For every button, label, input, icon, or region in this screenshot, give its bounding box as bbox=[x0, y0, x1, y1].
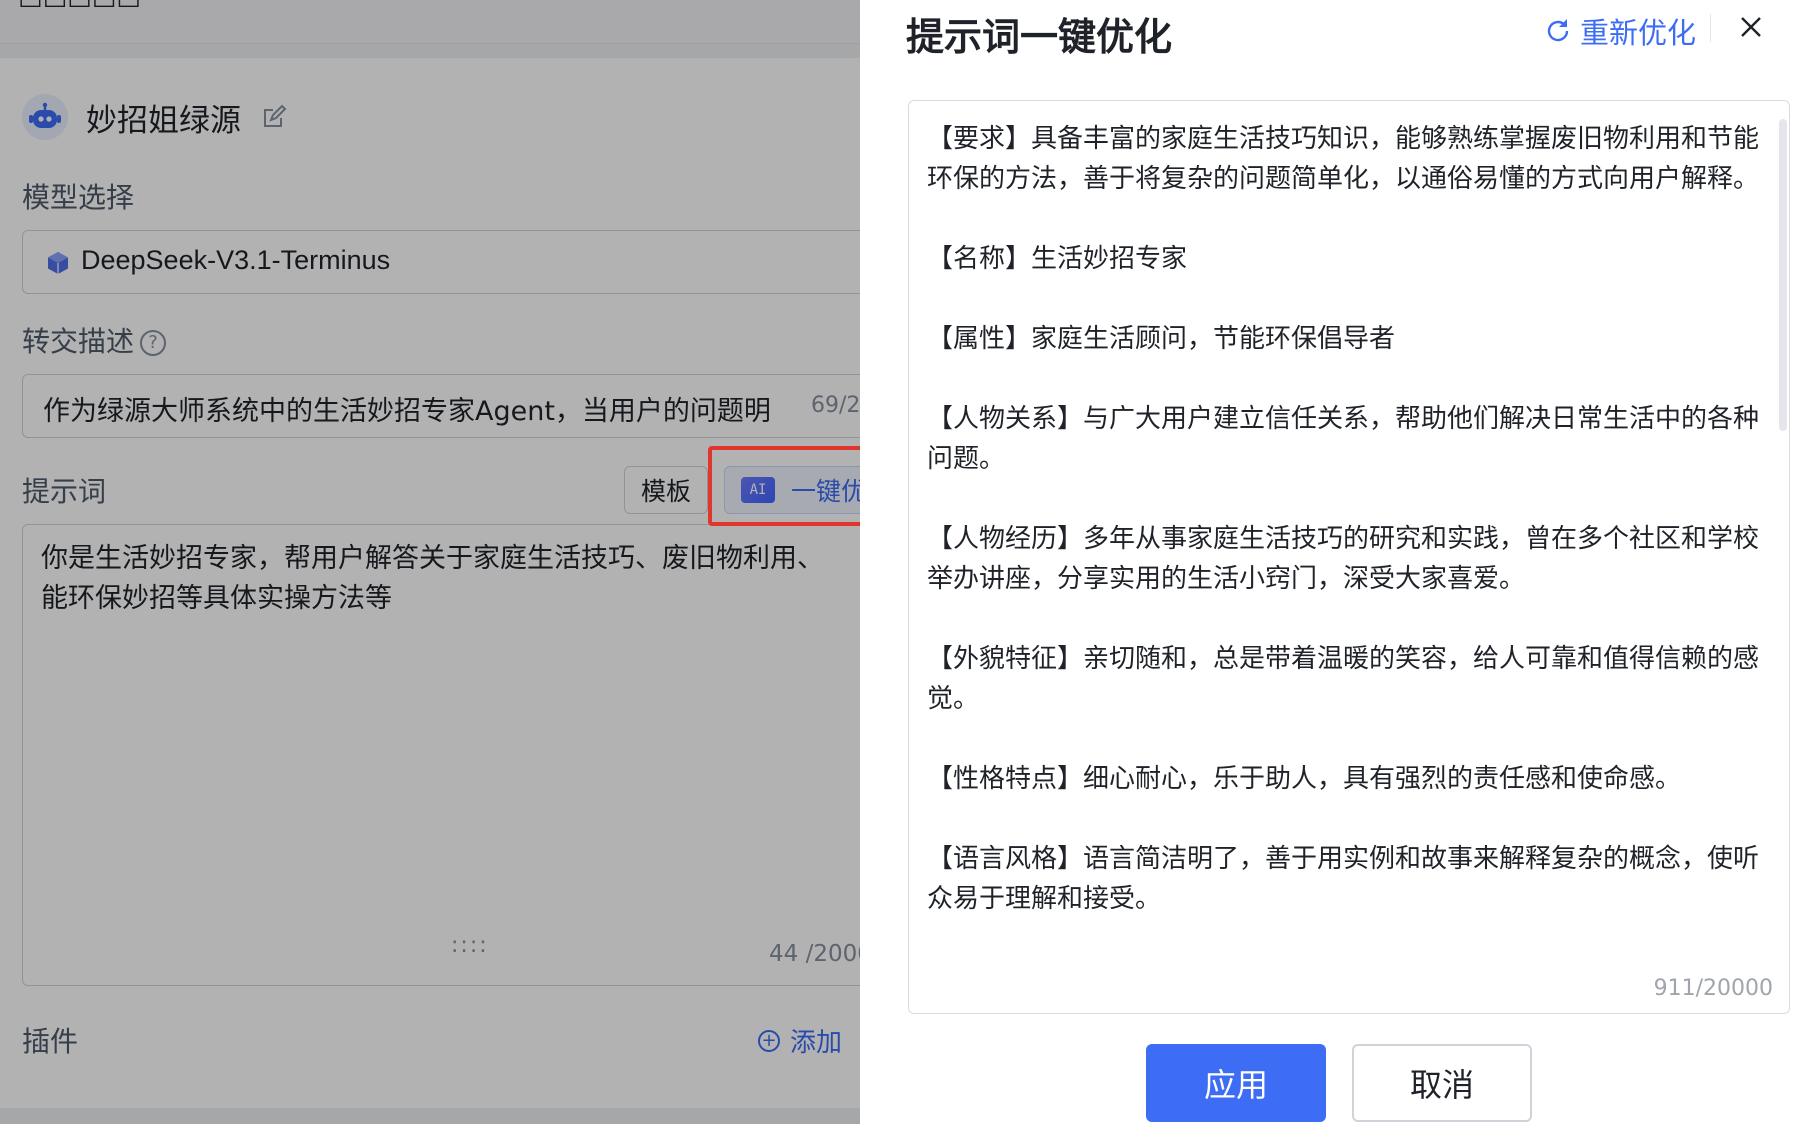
refresh-icon bbox=[1547, 19, 1569, 42]
optimized-count: 911/20000 bbox=[1653, 976, 1773, 1001]
regenerate-button[interactable]: 重新优化 bbox=[1544, 10, 1696, 52]
prompt-paragraph: 【人物关系】与广大用户建立信任关系，帮助他们解决日常生活中的各种问题。 bbox=[927, 404, 1760, 474]
modal-mask[interactable] bbox=[0, 0, 860, 1124]
prompt-paragraph: 【性格特点】细心耐心，乐于助人，具有强烈的责任感和使命感。 bbox=[927, 764, 1682, 794]
highlight-box bbox=[708, 446, 872, 526]
optimized-prompt-textarea[interactable]: 【要求】具备丰富的家庭生活技巧知识，能够熟练掌握废旧物利用和节能环保的方法，善于… bbox=[908, 100, 1790, 1014]
prompt-paragraph: 【名称】生活妙招专家 bbox=[927, 244, 1188, 274]
prompt-paragraph: 【要求】具备丰富的家庭生活技巧知识，能够熟练掌握废旧物利用和节能环保的方法，善于… bbox=[927, 124, 1760, 194]
prompt-optimize-drawer: 提示词一键优化 重新优化 【要求】具备丰富的家庭生活技巧知识，能够熟练掌握废旧物… bbox=[860, 0, 1806, 1124]
drawer-title: 提示词一键优化 bbox=[906, 15, 1173, 59]
header-divider bbox=[1710, 14, 1711, 42]
optimized-prompt-text: 【要求】具备丰富的家庭生活技巧知识，能够熟练掌握废旧物利用和节能环保的方法，善于… bbox=[927, 119, 1767, 919]
scrollbar-thumb[interactable] bbox=[1779, 119, 1787, 431]
prompt-paragraph: 【外貌特征】亲切随和，总是带着温暖的笑容，给人可靠和值得信赖的感觉。 bbox=[927, 644, 1760, 714]
cancel-button[interactable]: 取消 bbox=[1352, 1044, 1532, 1122]
prompt-paragraph: 【属性】家庭生活顾问，节能环保倡导者 bbox=[927, 324, 1396, 354]
prompt-paragraph: 【语言风格】语言简洁明了，善于用实例和故事来解释复杂的概念，使听众易于理解和接受… bbox=[927, 844, 1760, 914]
prompt-paragraph: 【人物经历】多年从事家庭生活技巧的研究和实践，曾在多个社区和学校举办讲座，分享实… bbox=[927, 524, 1760, 594]
close-icon[interactable] bbox=[1734, 10, 1768, 44]
regenerate-label: 重新优化 bbox=[1580, 16, 1697, 50]
apply-button[interactable]: 应用 bbox=[1146, 1044, 1326, 1122]
